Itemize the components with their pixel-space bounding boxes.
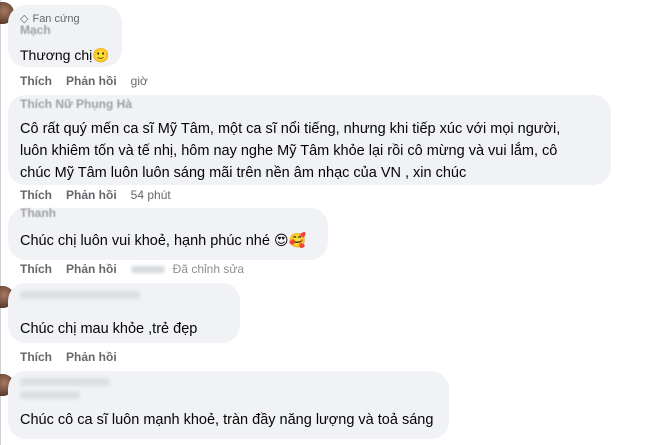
comment-bubble-1: ◇ Fan cứng Mạch Thương chị🙂 <box>8 5 122 67</box>
edited-label[interactable]: Đã chỉnh sửa <box>173 262 244 276</box>
comment-time[interactable]: 54 phút <box>131 188 171 202</box>
comment-text-line-2: luôn khiêm tốn và tế nhị, hôm nay nghe M… <box>20 143 558 159</box>
comment-bubble-3: Thanh Chúc chị luôn vui khoẻ, hạnh phúc … <box>8 206 328 260</box>
like-button[interactable]: Thích <box>20 74 52 88</box>
comment-bubble-5: Chúc cô ca sĩ luôn mạnh khoẻ, tràn đầy n… <box>8 371 449 439</box>
author-name[interactable]: Thích Nữ Phụng Hà <box>20 97 132 111</box>
comment-text-line-1: Cô rất quý mến ca sĩ Mỹ Tâm, một ca sĩ n… <box>20 121 561 137</box>
author-name-redacted <box>20 291 140 299</box>
comment-text: Chúc chị luôn vui khoẻ, hạnh phúc nhé 😍🥰 <box>20 233 306 249</box>
reply-button[interactable]: Phản hồi <box>66 262 117 276</box>
reply-button[interactable]: Phản hồi <box>66 74 117 88</box>
author-name-redacted <box>20 378 110 386</box>
comment-actions-4: Thích Phản hồi <box>20 349 131 365</box>
comment-time[interactable]: giờ <box>131 74 148 88</box>
comment-text: Chúc cô ca sĩ luôn mạnh khoẻ, tràn đầy n… <box>20 412 434 428</box>
like-button[interactable]: Thích <box>20 188 52 202</box>
author-name[interactable]: Thanh <box>20 206 56 220</box>
smile-emoji-icon: 🙂 <box>92 48 110 64</box>
like-button[interactable]: Thích <box>20 350 52 364</box>
heart-eyes-emoji-icon: 😍🥰 <box>273 233 306 249</box>
like-button[interactable]: Thích <box>20 262 52 276</box>
comment-actions-3: Thích Phản hồi Đã chỉnh sửa <box>20 261 244 277</box>
comment-actions-2: Thích Phản hồi 54 phút <box>20 187 171 203</box>
reply-button[interactable]: Phản hồi <box>66 188 117 202</box>
comment-bubble-2: Thích Nữ Phụng Hà Cô rất quý mến ca sĩ M… <box>8 95 611 185</box>
comment-text-line-3: chúc Mỹ Tâm luôn luôn sáng mãi trên nền … <box>20 165 467 181</box>
reply-button[interactable]: Phản hồi <box>66 350 117 364</box>
redacted-time <box>130 265 165 273</box>
comment-actions-1: Thích Phản hồi giờ <box>20 73 148 89</box>
author-name[interactable]: Mạch <box>20 23 51 37</box>
author-name-redacted <box>20 391 80 399</box>
comment-text: Thương chị🙂 <box>20 47 110 64</box>
comment-text: Chúc chị mau khỏe ,trẻ đẹp <box>20 321 198 337</box>
comment-bubble-4: Chúc chị mau khỏe ,trẻ đẹp <box>8 283 240 343</box>
